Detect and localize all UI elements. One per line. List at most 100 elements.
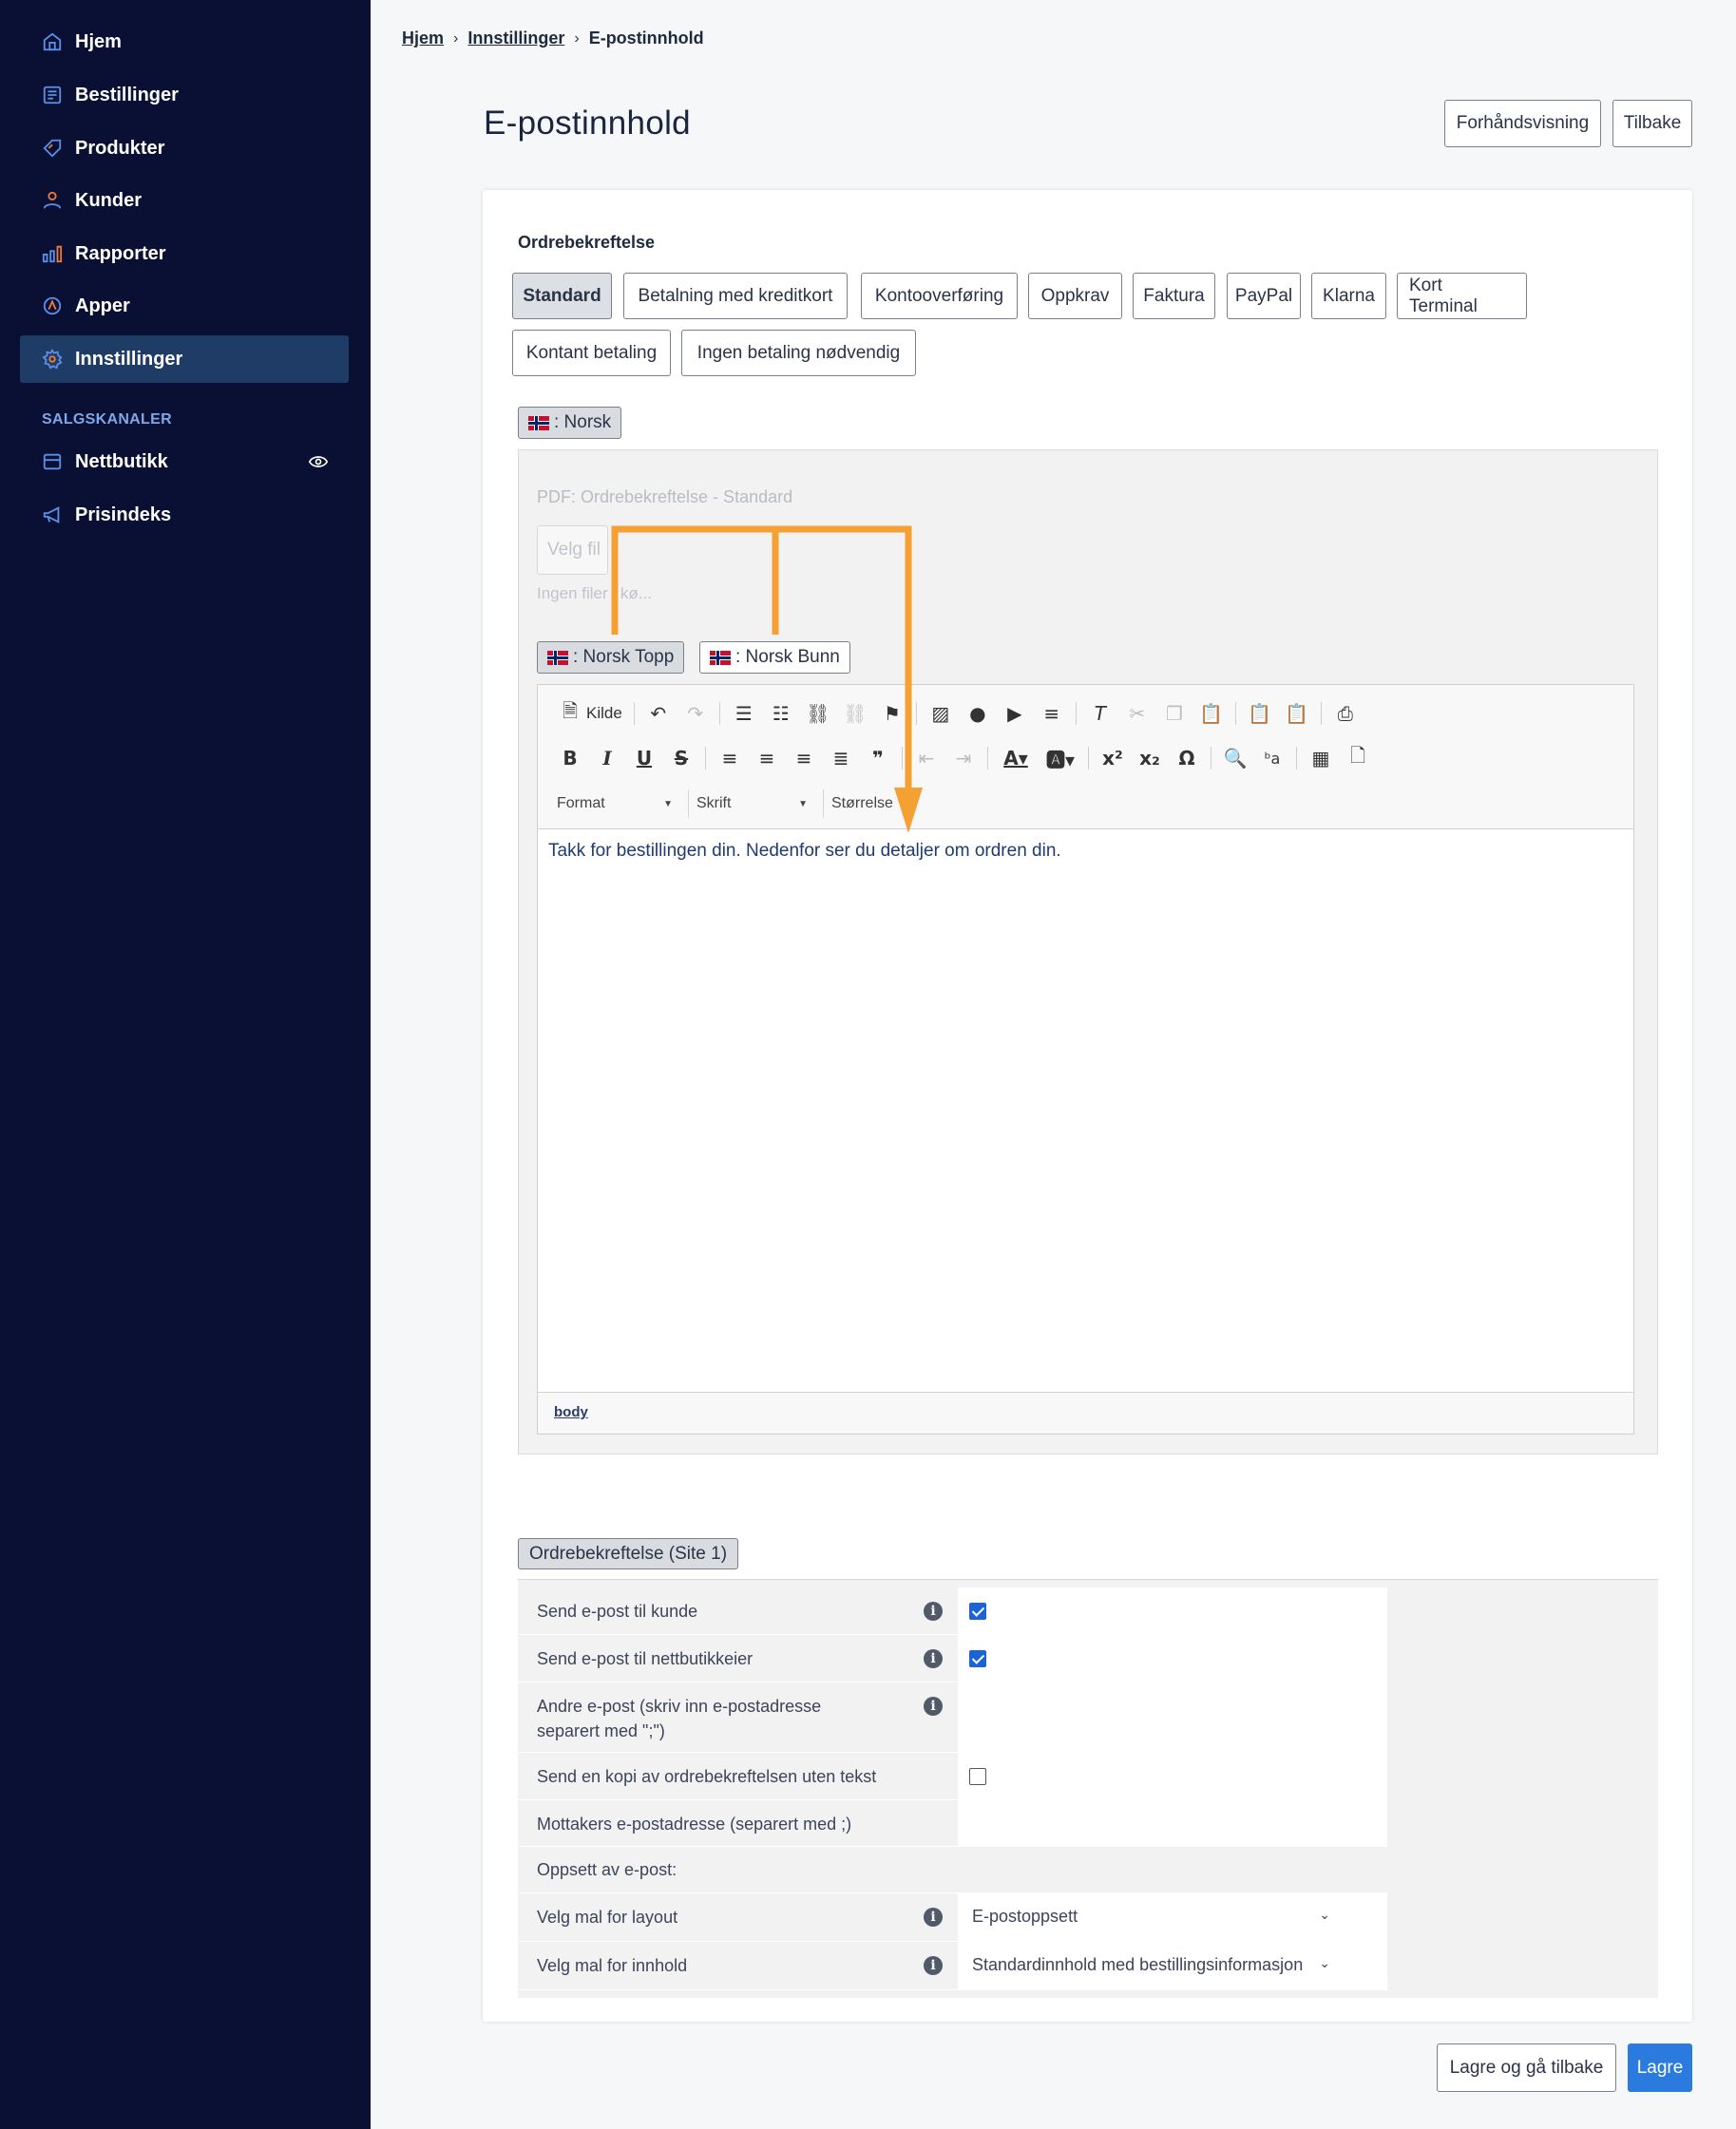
- blockquote-icon[interactable]: ❞: [865, 745, 891, 771]
- megaphone-icon: [41, 504, 64, 526]
- editor-content[interactable]: Takk for bestillingen din. Nedenfor ser …: [538, 829, 1633, 1394]
- cut-icon[interactable]: ✂: [1124, 700, 1151, 727]
- language-tab-norsk[interactable]: : Norsk: [518, 407, 622, 439]
- tab-faktura[interactable]: Faktura: [1133, 273, 1215, 319]
- sidebar-item-nettbutikk[interactable]: Nettbutikk: [20, 438, 349, 485]
- back-button[interactable]: Tilbake: [1612, 100, 1692, 147]
- table-icon[interactable]: ▦: [1307, 745, 1334, 771]
- size-label: Størrelse: [831, 795, 893, 811]
- send-owner-checkbox[interactable]: [969, 1650, 986, 1667]
- source-icon[interactable]: 🗎: [557, 699, 583, 727]
- setting-row-other-emails: Andre e-post (skriv inn e-postadresse se…: [518, 1682, 1387, 1753]
- superscript-icon[interactable]: x²: [1099, 745, 1126, 771]
- image-icon[interactable]: ▨: [927, 700, 954, 727]
- layout-template-select[interactable]: E-postoppsett ⌄: [958, 1893, 1387, 1941]
- other-emails-input[interactable]: [958, 1682, 1387, 1752]
- tab-label: : Norsk Bunn: [735, 647, 840, 667]
- copy-no-text-checkbox[interactable]: [969, 1768, 986, 1785]
- source-button[interactable]: Kilde: [586, 704, 622, 723]
- redo-icon[interactable]: ↷: [682, 700, 709, 727]
- flash-icon[interactable]: ●: [964, 700, 991, 727]
- content-template-select[interactable]: Standardinnhold med bestillingsinformasj…: [958, 1942, 1387, 1989]
- anchor-flag-icon[interactable]: ⚑: [879, 700, 906, 727]
- replace-icon[interactable]: ᵇa: [1259, 745, 1286, 771]
- undo-icon[interactable]: ↶: [645, 700, 672, 727]
- info-icon[interactable]: i: [924, 1602, 943, 1621]
- setting-value: [958, 1753, 1387, 1799]
- print-icon[interactable]: ⎙: [1332, 700, 1359, 727]
- align-justify-icon[interactable]: ≣: [828, 745, 854, 771]
- save-and-back-button[interactable]: Lagre og gå tilbake: [1437, 2043, 1616, 2092]
- numbered-list-icon[interactable]: ☰: [731, 700, 757, 727]
- info-icon[interactable]: i: [924, 1908, 943, 1927]
- sidebar-item-apper[interactable]: Apper: [20, 282, 349, 330]
- subscript-icon[interactable]: x₂: [1136, 745, 1163, 771]
- horizontal-line-icon[interactable]: ≡: [1039, 700, 1065, 727]
- italic-icon[interactable]: I: [594, 745, 620, 771]
- tab-paypal[interactable]: PayPal: [1227, 273, 1301, 319]
- preview-button[interactable]: Forhåndsvisning: [1444, 100, 1601, 147]
- tab-norsk-bunn[interactable]: : Norsk Bunn: [699, 641, 850, 674]
- sidebar-item-prisindeks[interactable]: Prisindeks: [20, 491, 349, 539]
- sidebar-item-hjem[interactable]: Hjem: [20, 18, 349, 66]
- info-icon[interactable]: i: [924, 1697, 943, 1716]
- outdent-icon[interactable]: ⇤: [913, 745, 940, 771]
- choose-file-button[interactable]: Velg fil: [537, 525, 608, 575]
- tab-kreditkort[interactable]: Betalning med kreditkort: [623, 273, 848, 319]
- copy-icon[interactable]: ❐: [1161, 700, 1188, 727]
- link-icon[interactable]: ⛓: [805, 700, 831, 727]
- breadcrumb-home-link[interactable]: Hjem: [402, 29, 444, 48]
- special-char-icon[interactable]: Ω: [1173, 745, 1200, 771]
- sidebar-item-produkter[interactable]: Produkter: [20, 124, 349, 172]
- font-dropdown[interactable]: Skrift ▼: [688, 789, 808, 818]
- settings-tab[interactable]: Ordrebekreftelse (Site 1): [518, 1538, 739, 1569]
- tab-norsk-topp[interactable]: : Norsk Topp: [537, 641, 685, 674]
- indent-icon[interactable]: ⇥: [950, 745, 977, 771]
- sidebar-item-kunder[interactable]: Kunder: [20, 177, 349, 224]
- size-dropdown[interactable]: Størrelse: [823, 789, 918, 818]
- bar-chart-icon: [41, 242, 64, 265]
- element-path[interactable]: body: [538, 1392, 1633, 1434]
- paste-word-icon[interactable]: 📋: [1284, 700, 1310, 727]
- remove-format-icon[interactable]: T: [1087, 700, 1114, 727]
- strikethrough-icon[interactable]: S: [668, 745, 695, 771]
- page-icon[interactable]: 🗋: [1345, 744, 1371, 771]
- tab-oppkrav[interactable]: Oppkrav: [1028, 273, 1122, 319]
- align-left-icon[interactable]: ≡: [716, 745, 743, 771]
- find-icon[interactable]: 🔍: [1222, 745, 1249, 771]
- bold-icon[interactable]: B: [557, 745, 583, 771]
- section-title: Ordrebekreftelse: [518, 233, 656, 252]
- underline-icon[interactable]: U: [631, 745, 658, 771]
- tab-ingen-betaling[interactable]: Ingen betaling nødvendig: [681, 330, 916, 376]
- sidebar-item-innstillinger[interactable]: Innstillinger: [20, 335, 349, 383]
- align-right-icon[interactable]: ≡: [791, 745, 817, 771]
- page-title: E-postinnhold: [484, 105, 691, 142]
- file-queue-note: Ingen filer i kø...: [537, 584, 652, 602]
- breadcrumb-settings-link[interactable]: Innstillinger: [467, 29, 564, 48]
- paste-icon[interactable]: 📋: [1198, 700, 1225, 727]
- background-color-icon[interactable]: 🅰▾: [1043, 745, 1078, 771]
- info-icon[interactable]: i: [924, 1649, 943, 1668]
- tab-kontant[interactable]: Kontant betaling: [512, 330, 671, 376]
- tab-kontooverforing[interactable]: Kontooverføring: [861, 273, 1018, 319]
- recipient-email-input[interactable]: [958, 1800, 1387, 1846]
- unlink-icon[interactable]: ⛓: [842, 700, 868, 727]
- format-dropdown[interactable]: Format ▼: [549, 789, 673, 818]
- tab-klarna[interactable]: Klarna: [1311, 273, 1386, 319]
- text-color-icon[interactable]: A▾: [999, 745, 1033, 771]
- tab-standard[interactable]: Standard: [512, 273, 612, 319]
- send-customer-checkbox[interactable]: [969, 1603, 986, 1620]
- eye-icon[interactable]: [308, 452, 329, 471]
- sidebar-item-bestillinger[interactable]: Bestillinger: [20, 71, 349, 119]
- save-button[interactable]: Lagre: [1628, 2043, 1692, 2092]
- info-icon[interactable]: i: [924, 1956, 943, 1975]
- sidebar-section-title: SALGSKANALER: [42, 411, 172, 428]
- apps-icon: [41, 295, 64, 317]
- align-center-icon[interactable]: ≡: [754, 745, 780, 771]
- tab-kort-terminal[interactable]: Kort Terminal: [1397, 273, 1527, 319]
- sidebar-item-rapporter[interactable]: Rapporter: [20, 230, 349, 277]
- paste-text-icon[interactable]: 📋: [1247, 700, 1273, 727]
- setting-value: [958, 1635, 1387, 1682]
- bullet-list-icon[interactable]: ☷: [768, 700, 794, 727]
- youtube-icon[interactable]: ▶: [1002, 700, 1028, 727]
